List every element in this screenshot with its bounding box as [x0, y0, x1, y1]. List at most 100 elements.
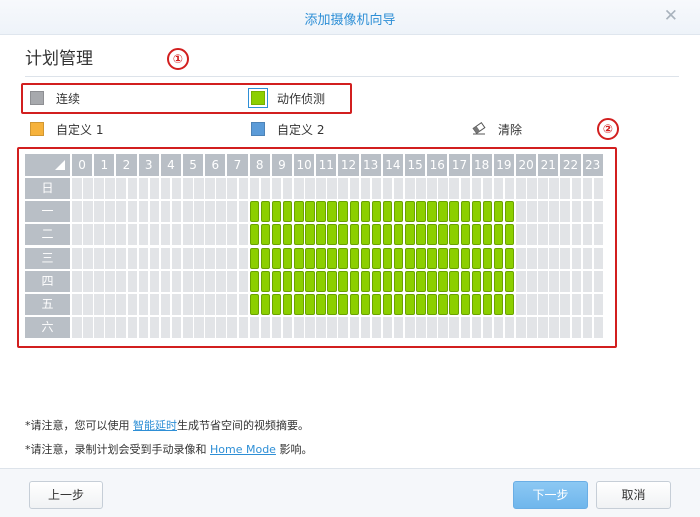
- schedule-slot[interactable]: [360, 224, 371, 246]
- schedule-slot[interactable]: [504, 201, 515, 223]
- schedule-slot[interactable]: [427, 317, 437, 339]
- schedule-slot[interactable]: [416, 178, 426, 199]
- schedule-slot[interactable]: [338, 224, 348, 246]
- schedule-slot[interactable]: [294, 247, 304, 269]
- schedule-slot[interactable]: [282, 247, 293, 269]
- schedule-slot[interactable]: [282, 294, 293, 315]
- schedule-slot[interactable]: [427, 178, 437, 199]
- schedule-slot[interactable]: [493, 201, 504, 223]
- schedule-slot[interactable]: [549, 294, 559, 315]
- schedule-slot[interactable]: [171, 270, 182, 292]
- schedule-slot[interactable]: [460, 294, 471, 315]
- hour-header[interactable]: 14: [382, 154, 403, 176]
- schedule-slot[interactable]: [205, 317, 215, 339]
- schedule-slot[interactable]: [416, 317, 426, 339]
- schedule-slot[interactable]: [294, 317, 304, 339]
- schedule-slot[interactable]: [116, 247, 126, 269]
- schedule-slot[interactable]: [116, 317, 126, 339]
- schedule-slot[interactable]: [105, 294, 115, 315]
- schedule-slot[interactable]: [527, 317, 537, 339]
- schedule-slot[interactable]: [460, 317, 471, 339]
- schedule-slot[interactable]: [449, 270, 459, 292]
- day-label[interactable]: 三: [25, 247, 70, 269]
- hour-header[interactable]: 5: [183, 154, 204, 176]
- schedule-slot[interactable]: [149, 224, 160, 246]
- schedule-slot[interactable]: [593, 294, 604, 315]
- schedule-slot[interactable]: [227, 294, 237, 315]
- schedule-slot[interactable]: [205, 294, 215, 315]
- schedule-slot[interactable]: [371, 247, 382, 269]
- schedule-slot[interactable]: [316, 178, 326, 199]
- schedule-slot[interactable]: [149, 270, 160, 292]
- schedule-slot[interactable]: [405, 294, 415, 315]
- schedule-slot[interactable]: [571, 317, 582, 339]
- schedule-slot[interactable]: [116, 294, 126, 315]
- schedule-slot[interactable]: [405, 178, 415, 199]
- schedule-slot[interactable]: [560, 294, 570, 315]
- schedule-slot[interactable]: [305, 247, 315, 269]
- schedule-slot[interactable]: [205, 224, 215, 246]
- schedule-slot[interactable]: [560, 247, 570, 269]
- schedule-slot[interactable]: [216, 270, 226, 292]
- schedule-slot[interactable]: [393, 247, 404, 269]
- schedule-slot[interactable]: [305, 317, 315, 339]
- day-label[interactable]: 五: [25, 294, 70, 315]
- schedule-slot[interactable]: [294, 270, 304, 292]
- schedule-slot[interactable]: [438, 317, 448, 339]
- schedule-slot[interactable]: [149, 294, 160, 315]
- schedule-slot[interactable]: [349, 201, 360, 223]
- schedule-slot[interactable]: [471, 201, 482, 223]
- hour-header[interactable]: 23: [582, 154, 603, 176]
- schedule-slot[interactable]: [205, 201, 215, 223]
- schedule-slot[interactable]: [227, 201, 237, 223]
- schedule-slot[interactable]: [160, 317, 171, 339]
- schedule-slot[interactable]: [116, 224, 126, 246]
- schedule-slot[interactable]: [282, 201, 293, 223]
- hour-header[interactable]: 4: [160, 154, 181, 176]
- schedule-slot[interactable]: [471, 270, 482, 292]
- schedule-slot[interactable]: [105, 178, 115, 199]
- schedule-slot[interactable]: [493, 178, 504, 199]
- schedule-slot[interactable]: [516, 224, 526, 246]
- schedule-slot[interactable]: [294, 201, 304, 223]
- schedule-slot[interactable]: [349, 247, 360, 269]
- hour-header[interactable]: 1: [94, 154, 115, 176]
- schedule-slot[interactable]: [427, 224, 437, 246]
- schedule-slot[interactable]: [338, 178, 348, 199]
- schedule-slot[interactable]: [493, 247, 504, 269]
- schedule-slot[interactable]: [327, 178, 337, 199]
- schedule-slot[interactable]: [449, 294, 459, 315]
- schedule-slot[interactable]: [227, 224, 237, 246]
- schedule-slot[interactable]: [582, 224, 593, 246]
- schedule-slot[interactable]: [160, 178, 171, 199]
- schedule-slot[interactable]: [327, 294, 337, 315]
- schedule-slot[interactable]: [127, 317, 138, 339]
- schedule-slot[interactable]: [205, 178, 215, 199]
- hour-header[interactable]: 17: [449, 154, 470, 176]
- schedule-slot[interactable]: [72, 317, 82, 339]
- hour-header[interactable]: 11: [316, 154, 337, 176]
- schedule-slot[interactable]: [105, 317, 115, 339]
- schedule-slot[interactable]: [593, 317, 604, 339]
- schedule-slot[interactable]: [438, 294, 448, 315]
- schedule-slot[interactable]: [127, 247, 138, 269]
- schedule-slot[interactable]: [149, 178, 160, 199]
- schedule-slot[interactable]: [460, 201, 471, 223]
- schedule-slot[interactable]: [305, 178, 315, 199]
- schedule-slot[interactable]: [138, 317, 149, 339]
- schedule-slot[interactable]: [560, 201, 570, 223]
- schedule-slot[interactable]: [94, 247, 104, 269]
- schedule-slot[interactable]: [449, 178, 459, 199]
- schedule-slot[interactable]: [94, 317, 104, 339]
- schedule-slot[interactable]: [493, 294, 504, 315]
- schedule-slot[interactable]: [282, 270, 293, 292]
- schedule-slot[interactable]: [249, 294, 260, 315]
- schedule-slot[interactable]: [160, 294, 171, 315]
- schedule-slot[interactable]: [160, 201, 171, 223]
- schedule-slot[interactable]: [338, 247, 348, 269]
- schedule-slot[interactable]: [549, 201, 559, 223]
- schedule-slot[interactable]: [349, 294, 360, 315]
- schedule-slot[interactable]: [227, 247, 237, 269]
- schedule-slot[interactable]: [360, 178, 371, 199]
- schedule-slot[interactable]: [183, 224, 193, 246]
